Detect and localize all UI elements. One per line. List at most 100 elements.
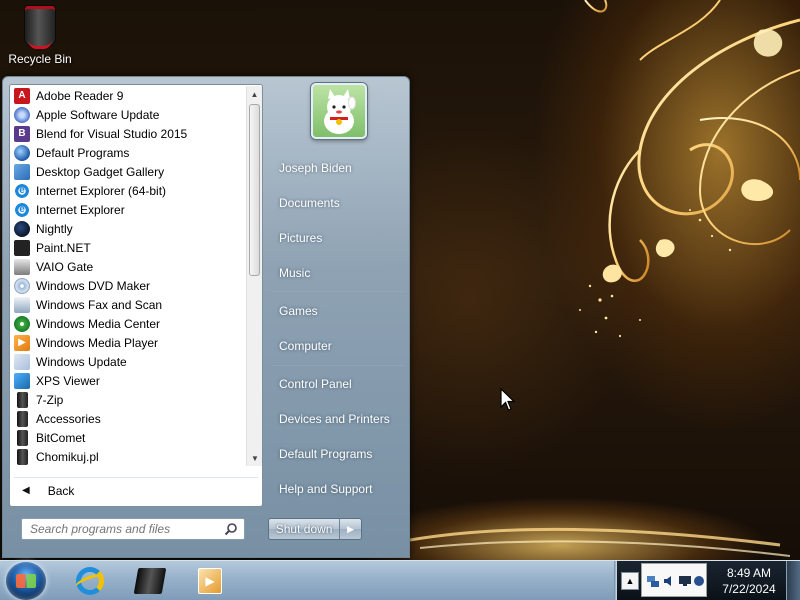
program-label: Internet Explorer xyxy=(36,202,125,217)
program-item[interactable]: Desktop Gadget Gallery xyxy=(10,162,247,181)
folder-icon xyxy=(17,410,28,427)
notification-area: ▲ 8:49 AM 7/22/2024 xyxy=(617,561,800,600)
show-desktop-button[interactable] xyxy=(786,561,800,600)
show-hidden-icons-button[interactable]: ▲ xyxy=(621,572,639,590)
program-label: BitComet xyxy=(36,430,86,445)
program-label: Blend for Visual Studio 2015 xyxy=(36,126,188,141)
programs-pane: A Adobe Reader 9 Apple Software Update B Ble… xyxy=(9,84,263,507)
folder-icon xyxy=(17,429,28,446)
taskbar-explorer[interactable] xyxy=(122,563,178,599)
control-panel-link[interactable]: Control Panel xyxy=(271,371,407,397)
program-label: Windows Update xyxy=(36,354,127,369)
program-label: Chomikuj.pl xyxy=(36,449,99,464)
program-label: Apple Software Update xyxy=(36,107,160,122)
program-item[interactable]: e Internet Explorer (64-bit) xyxy=(10,181,247,200)
clock[interactable]: 8:49 AM 7/22/2024 xyxy=(717,565,781,597)
program-item[interactable]: VAIO Gate xyxy=(10,257,247,276)
program-item[interactable]: BitComet xyxy=(10,428,247,447)
app-tray-icon[interactable] xyxy=(692,574,706,588)
program-item[interactable]: Chomikuj.pl xyxy=(10,447,247,466)
mouse-cursor-icon xyxy=(500,388,516,411)
default-programs-link[interactable]: Default Programs xyxy=(271,441,407,467)
dvd-maker-icon xyxy=(14,277,30,294)
lucky-cat-avatar-icon xyxy=(324,89,356,134)
volume-icon[interactable] xyxy=(662,574,676,588)
user-name-link[interactable]: Joseph Biden xyxy=(271,155,407,181)
program-label: Default Programs xyxy=(36,145,130,160)
devices-printers-link[interactable]: Devices and Printers xyxy=(271,406,407,432)
shutdown-button[interactable]: Shut down xyxy=(269,519,339,539)
monitor-icon[interactable] xyxy=(678,574,692,588)
search-input[interactable] xyxy=(30,522,218,536)
program-item[interactable]: 7-Zip xyxy=(10,390,247,409)
program-item[interactable]: Accessories xyxy=(10,409,247,428)
recycle-bin[interactable]: Recycle Bin xyxy=(4,6,76,66)
program-item[interactable]: Nightly xyxy=(10,219,247,238)
games-link[interactable]: Games xyxy=(271,298,407,324)
program-item[interactable]: Windows Update xyxy=(10,352,247,371)
program-label: Adobe Reader 9 xyxy=(36,88,124,103)
internet-explorer-icon: e xyxy=(14,201,30,218)
music-link[interactable]: Music xyxy=(271,260,407,286)
media-player-icon: ▶ xyxy=(14,334,30,351)
gadget-gallery-icon xyxy=(14,163,30,180)
program-label: Windows DVD Maker xyxy=(36,278,151,293)
recycle-bin-icon xyxy=(25,6,55,49)
program-item[interactable]: Windows DVD Maker xyxy=(10,276,247,295)
search-box[interactable] xyxy=(21,518,245,540)
program-item[interactable]: Apple Software Update xyxy=(10,105,247,124)
taskbar-internet-explorer[interactable] xyxy=(62,563,118,599)
computer-link[interactable]: Computer xyxy=(271,333,407,359)
folder-icon xyxy=(17,448,28,465)
shutdown-options-arrow-icon[interactable]: ▶ xyxy=(339,519,361,539)
all-programs-list: A Adobe Reader 9 Apple Software Update B Ble… xyxy=(10,86,247,466)
program-item[interactable]: Paint.NET xyxy=(10,238,247,257)
search-icon[interactable] xyxy=(224,522,238,536)
scroll-up-arrow-icon[interactable]: ▲ xyxy=(247,86,262,102)
paint-net-icon xyxy=(14,239,30,256)
blend-icon: B xyxy=(14,125,30,142)
back-button[interactable]: ◀ Back xyxy=(14,477,258,503)
documents-link[interactable]: Documents xyxy=(271,190,407,216)
programs-scrollbar[interactable]: ▲ ▼ xyxy=(246,86,262,466)
shutdown-button-group: Shut down ▶ xyxy=(268,518,362,540)
help-support-link[interactable]: Help and Support xyxy=(271,476,407,502)
program-item[interactable]: A Adobe Reader 9 xyxy=(10,86,247,105)
program-label: Windows Media Player xyxy=(36,335,159,350)
program-label: 7-Zip xyxy=(36,392,64,407)
program-label: XPS Viewer xyxy=(36,373,100,388)
scroll-thumb[interactable] xyxy=(249,104,260,276)
back-arrow-icon: ◀ xyxy=(22,485,30,496)
taskbar-media-player[interactable]: ▶ xyxy=(182,563,238,599)
program-label: Nightly xyxy=(36,221,73,236)
start-button[interactable] xyxy=(6,562,46,600)
network-icon[interactable] xyxy=(646,574,660,588)
taskbar: ▶ ▲ 8:49 AM 7/22/2024 xyxy=(0,560,800,600)
fax-scan-icon xyxy=(14,296,30,313)
program-item[interactable]: B Blend for Visual Studio 2015 xyxy=(10,124,247,143)
program-label: Accessories xyxy=(36,411,101,426)
program-item[interactable]: e Internet Explorer xyxy=(10,200,247,219)
program-item[interactable]: ▶ Windows Media Player xyxy=(10,333,247,352)
user-picture[interactable] xyxy=(311,83,367,139)
internet-explorer-icon: e xyxy=(14,182,30,199)
media-player-icon: ▶ xyxy=(198,568,222,594)
internet-explorer-icon xyxy=(76,567,104,595)
program-item[interactable]: Windows Media Center xyxy=(10,314,247,333)
adobe-reader-icon: A xyxy=(14,87,30,104)
vaio-gate-icon xyxy=(14,258,30,275)
xps-viewer-icon xyxy=(14,372,30,389)
default-programs-icon xyxy=(14,144,30,161)
menu-separator xyxy=(273,291,405,292)
tray-icons xyxy=(641,563,707,597)
windows-update-icon xyxy=(14,353,30,370)
start-menu-right-pane: Joseph Biden Documents Pictures Music Ga… xyxy=(265,77,411,559)
scroll-down-arrow-icon[interactable]: ▼ xyxy=(247,450,263,466)
pictures-link[interactable]: Pictures xyxy=(271,225,407,251)
program-item[interactable]: Default Programs xyxy=(10,143,247,162)
clock-date: 7/22/2024 xyxy=(722,582,776,596)
program-item[interactable]: Windows Fax and Scan xyxy=(10,295,247,314)
program-item[interactable]: XPS Viewer xyxy=(10,371,247,390)
program-label: Windows Media Center xyxy=(36,316,161,331)
media-center-icon xyxy=(14,315,30,332)
